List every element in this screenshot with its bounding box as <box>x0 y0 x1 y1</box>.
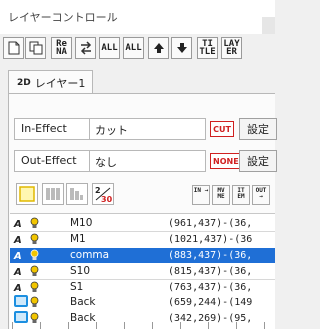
rename-label: Re NA <box>56 39 67 57</box>
layer-row[interactable]: Back (659,244)-(149 <box>10 295 275 310</box>
tab-2d-badge: 2D <box>17 77 31 88</box>
move-up-button[interactable] <box>148 37 169 59</box>
layer-button-label: LAY ER <box>223 39 240 57</box>
in-effect-settings-button[interactable]: 設定 <box>239 118 277 140</box>
window-title: レイヤーコントロール <box>8 11 118 24</box>
fraction-button[interactable]: 2 30 <box>92 183 114 205</box>
color-box-icon <box>14 295 28 307</box>
layer-list: A M10 (961,437)-(36, A M1 (1021,437)-(36… <box>10 213 275 329</box>
bulb-icon <box>30 296 39 307</box>
tab-label: レイヤー1 <box>34 76 86 90</box>
rename-button[interactable]: Re NA <box>51 37 72 59</box>
swap-all-button[interactable]: ALL <box>99 37 120 59</box>
layer-coords: (1021,437)-(36 <box>168 234 253 245</box>
out-arrow-button[interactable]: OUT → <box>252 185 270 205</box>
color-box-yellow-icon <box>19 186 35 202</box>
out-effect-value[interactable]: なし <box>90 150 206 172</box>
timeline-ruler <box>10 318 275 329</box>
layer-coords: (883,437)-(36, <box>168 250 253 261</box>
title-button-label: TI TLE <box>199 39 216 57</box>
new-document-icon <box>8 41 19 55</box>
out-effect-settings-button[interactable]: 設定 <box>239 150 277 172</box>
camera-icon: A <box>14 251 22 262</box>
ruler-tick <box>96 322 97 329</box>
color-box-button[interactable] <box>16 183 38 205</box>
ruler-tick <box>208 322 209 329</box>
camera-icon: A <box>14 267 22 278</box>
layer-button[interactable]: LAY ER <box>221 37 242 59</box>
layer-coords: (961,437)-(36, <box>168 218 253 229</box>
bulb-icon <box>30 249 39 260</box>
layer-name: M1 <box>70 233 86 245</box>
layer-coords: (659,244)-(149 <box>168 297 253 308</box>
out-effect-row: Out-Effect なし NONE 設定 <box>8 150 277 172</box>
in-effect-label: In-Effect <box>14 118 90 140</box>
layer-row[interactable]: A M10 (961,437)-(36, <box>10 216 275 231</box>
camera-icon: A <box>14 283 22 294</box>
swap-all-alt-button[interactable]: ALL <box>123 37 144 59</box>
close-button-edge[interactable] <box>262 17 275 34</box>
bulb-icon <box>30 233 39 244</box>
ruler-tick <box>12 322 13 329</box>
svg-text:30: 30 <box>101 195 112 203</box>
window-titlebar: レイヤーコントロール <box>0 0 275 34</box>
ruler-tick <box>40 322 41 329</box>
ruler-tick <box>152 322 153 329</box>
ruler-tick <box>124 322 125 329</box>
layer-name: S10 <box>70 265 91 277</box>
swap-all-label: ALL <box>101 43 118 53</box>
layer-name: Back <box>70 296 96 308</box>
move-button[interactable]: MV ME <box>212 185 230 205</box>
in-arrow-button[interactable]: IN → <box>192 185 210 205</box>
bars-button[interactable] <box>42 183 64 205</box>
layer-row[interactable]: A S1 (763,437)-(36, <box>10 280 275 295</box>
new-document-button[interactable] <box>3 37 24 59</box>
fraction-icon: 230 <box>95 186 112 203</box>
toolbar: Re NA ALL ALL TI TLE LAY ER <box>3 37 275 61</box>
in-effect-value[interactable]: カット <box>90 118 206 140</box>
in-effect-badge: CUT <box>210 121 234 137</box>
camera-icon: A <box>14 235 22 246</box>
copy-button[interactable] <box>25 37 46 59</box>
layer-name: M10 <box>70 217 93 229</box>
bulb-icon <box>30 281 39 292</box>
bars-sort-icon <box>70 188 83 200</box>
svg-text:2: 2 <box>95 186 101 195</box>
title-button[interactable]: TI TLE <box>197 37 218 59</box>
out-effect-badge: NONE <box>210 153 242 169</box>
layer-row-selected[interactable]: A comma (883,437)-(36, <box>10 248 275 263</box>
item-button[interactable]: IT EM <box>232 185 250 205</box>
ruler-tick <box>264 322 265 329</box>
layer-name: comma <box>70 249 110 261</box>
copy-icon <box>29 41 42 55</box>
in-effect-row: In-Effect カット CUT 設定 <box>8 118 277 140</box>
ruler-tick <box>236 322 237 329</box>
swap-button[interactable] <box>75 37 96 59</box>
ruler-tick <box>180 322 181 329</box>
layer-tabs: 2D レイヤー1 <box>8 70 275 94</box>
layer-name: S1 <box>70 281 84 293</box>
layer-row[interactable]: A S10 (815,437)-(36, <box>10 264 275 279</box>
move-down-button[interactable] <box>171 37 192 59</box>
bars-sort-button[interactable] <box>66 183 88 205</box>
arrow-up-icon <box>153 43 164 53</box>
bulb-icon <box>30 217 39 228</box>
ruler-tick <box>68 322 69 329</box>
camera-icon: A <box>14 219 22 230</box>
bars-icon <box>46 188 60 200</box>
layer-coords: (763,437)-(36, <box>168 282 253 293</box>
swap-all-alt-label: ALL <box>125 43 142 53</box>
layer-coords: (815,437)-(36, <box>168 266 253 277</box>
layer-tools-row: 2 30 IN → MV ME IT EM OUT → <box>10 183 275 209</box>
layer-row[interactable]: A M1 (1021,437)-(36 <box>10 232 275 247</box>
tab-layer-1[interactable]: 2D レイヤー1 <box>8 70 93 94</box>
swap-icon <box>80 41 91 55</box>
arrow-down-icon <box>176 43 187 53</box>
bulb-icon <box>30 265 39 276</box>
out-effect-label: Out-Effect <box>14 150 90 172</box>
